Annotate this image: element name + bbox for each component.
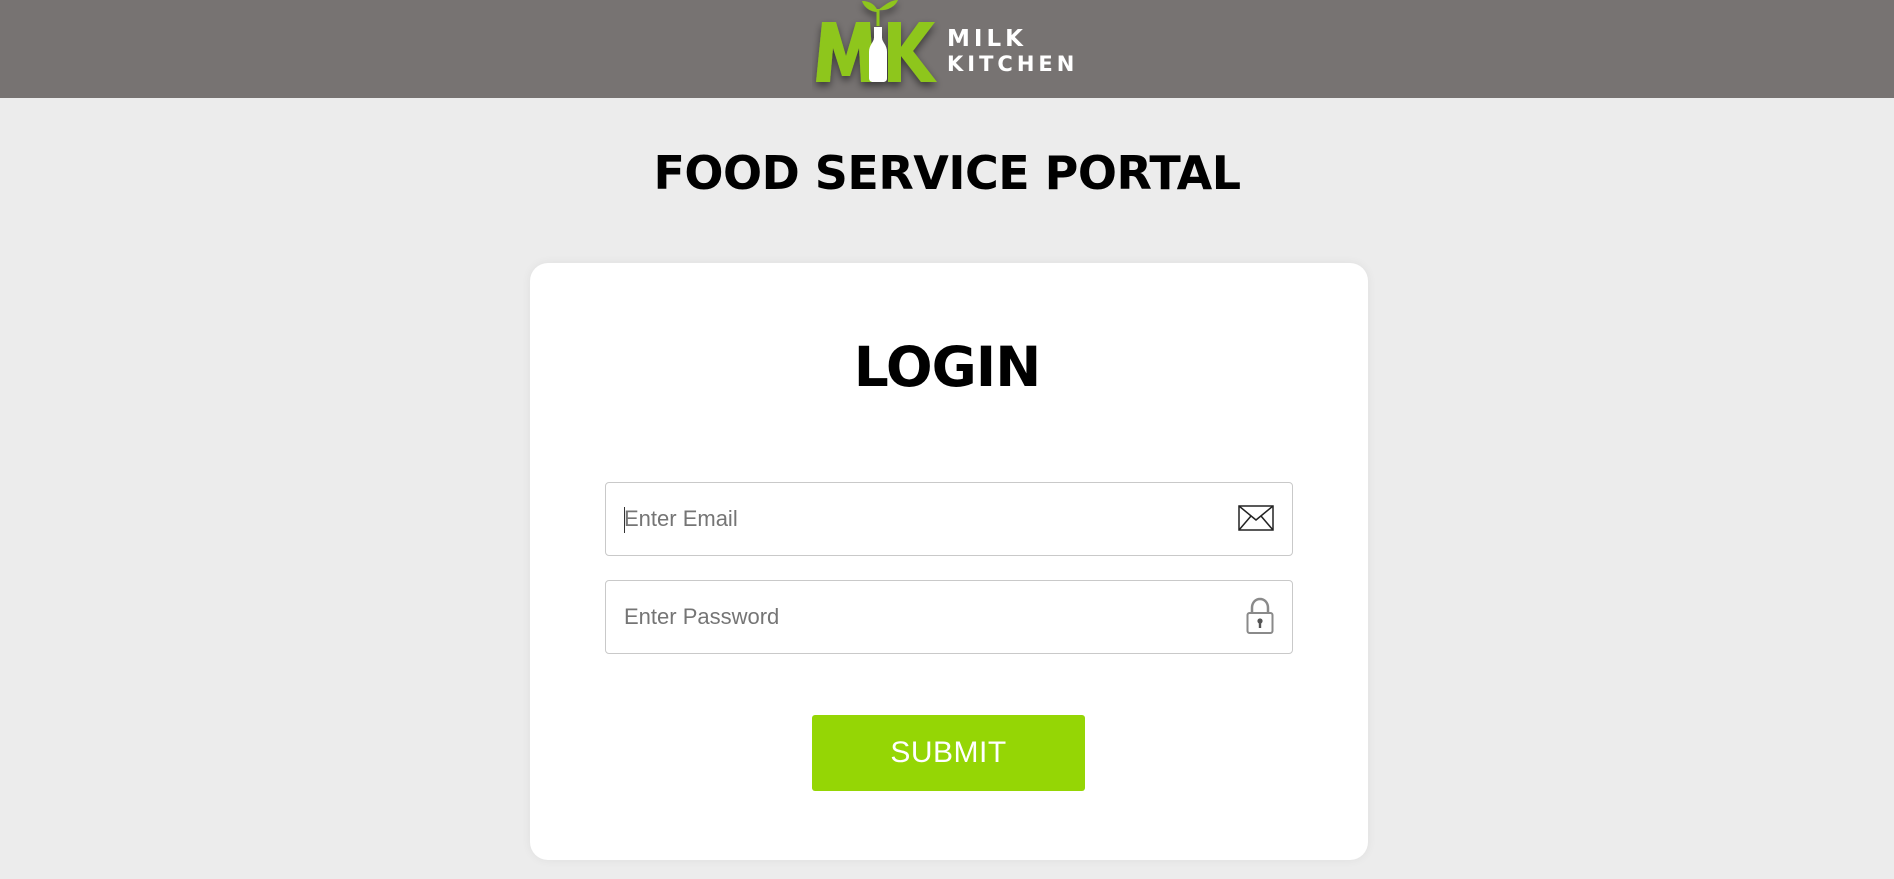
envelope-icon <box>1238 505 1274 536</box>
email-input[interactable] <box>606 483 1206 555</box>
logo-word-kitchen: KITCHEN <box>947 52 1079 76</box>
submit-button[interactable]: SUBMIT <box>812 715 1085 791</box>
lock-icon <box>1246 597 1274 640</box>
password-field[interactable] <box>605 580 1293 654</box>
login-title: LOGIN <box>853 335 1041 399</box>
logo-word-milk: MILK <box>947 26 1027 52</box>
text-cursor <box>624 507 625 533</box>
logo-monogram-icon <box>816 0 937 82</box>
site-header: MILK KITCHEN <box>0 0 1894 98</box>
milk-kitchen-logo[interactable]: MILK KITCHEN <box>812 0 1074 96</box>
password-input[interactable] <box>606 581 1206 653</box>
page-title: FOOD SERVICE PORTAL <box>653 146 1241 200</box>
email-field[interactable] <box>605 482 1293 556</box>
